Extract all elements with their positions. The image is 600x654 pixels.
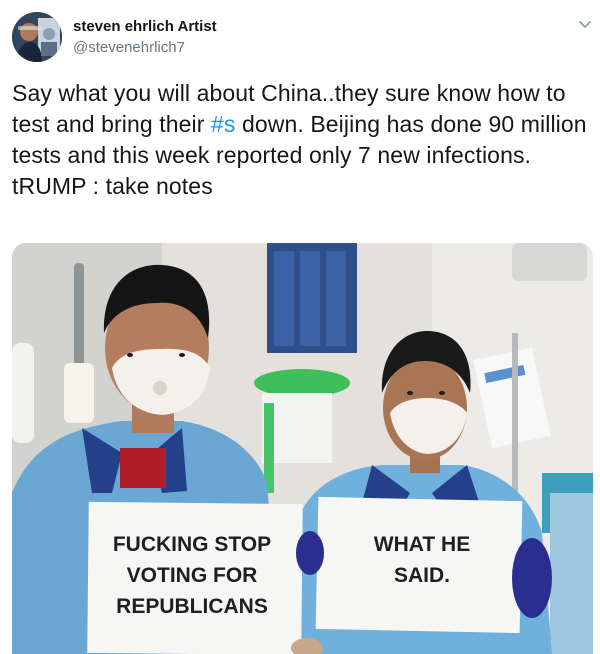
- sign-line: SAID.: [393, 564, 450, 587]
- tweet-paragraph: tRUMP : take notes: [12, 173, 213, 199]
- display-name[interactable]: steven ehrlich Artist: [73, 18, 217, 35]
- hashtag-link[interactable]: #s: [211, 111, 236, 137]
- sign-line: WHAT HE: [373, 533, 471, 556]
- protest-sign-right: WHAT HE SAID.: [332, 529, 512, 591]
- sign-line: FUCKING STOP: [112, 533, 272, 556]
- protest-sign-left: FUCKING STOP VOTING FOR REPUBLICANS: [97, 529, 287, 622]
- avatar-image: [12, 12, 62, 62]
- sign-line: VOTING FOR: [126, 564, 258, 587]
- user-handle[interactable]: @stevenehrlich7: [73, 39, 185, 56]
- tweet-photo[interactable]: FUCKING STOP VOTING FOR REPUBLICANS WHAT…: [12, 243, 593, 654]
- tweet-paragraph: Say what you will about China..they sure…: [12, 78, 596, 171]
- avatar[interactable]: [12, 12, 62, 62]
- chevron-down-icon[interactable]: [578, 18, 592, 32]
- tweet-text: Say what you will about China..they sure…: [12, 78, 596, 202]
- sign-line: REPUBLICANS: [116, 595, 268, 618]
